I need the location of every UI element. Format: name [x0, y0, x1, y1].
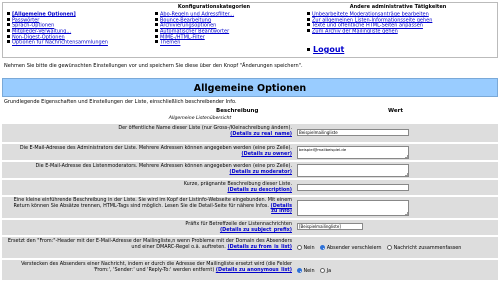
- option-row-owner: Die E-Mail-Adresse des Administrators de…: [2, 144, 498, 161]
- subsection-heading: Allgemeine Listenübersicht: [168, 116, 232, 121]
- bullet-icon: [155, 17, 158, 21]
- bullet-icon: [7, 17, 10, 21]
- owner-textarea-value: beispiel@mailbeispiel.de: [299, 147, 347, 152]
- bullet-icon: [307, 29, 310, 33]
- anonymous-list-radio-group: Nein Ja: [297, 268, 335, 274]
- radio-button-selected[interactable]: [320, 245, 326, 250]
- bullet-icon: [155, 29, 158, 33]
- radio-option-no[interactable]: Nein: [297, 268, 315, 274]
- details-link-subject-prefix[interactable]: (Details zu subject_prefix): [220, 227, 292, 233]
- bullet-icon: [307, 17, 310, 21]
- nav-link-topics[interactable]: Themen: [160, 40, 180, 46]
- resize-handle-icon[interactable]: [405, 173, 408, 176]
- details-link-description[interactable]: (Details zu description): [227, 187, 292, 193]
- details-link-moderator[interactable]: (Details zu moderator): [229, 169, 292, 175]
- bullet-icon: [7, 12, 10, 15]
- details-link-from-is-list[interactable]: (Details zu from_is_list): [227, 244, 292, 250]
- radio-option-yes[interactable]: Ja: [320, 268, 331, 274]
- admin-navigation: Konfigurationskategorien Andere administ…: [2, 2, 498, 58]
- option-row-subject-prefix: Präfix für Betreffzeile der Listennachri…: [2, 220, 498, 236]
- nav-col-categories: Abo-Regeln und Adressfilter... Bounce-Be…: [155, 12, 234, 46]
- bullet-icon: [155, 40, 158, 44]
- nav-link-archive[interactable]: Zum Archiv der Mailingliste gehen: [312, 28, 398, 34]
- bullet-icon: [155, 34, 158, 38]
- details-link-anonymous-list[interactable]: (Details zu anonymous_list): [216, 267, 292, 273]
- instructions-text: Nehmen Sie bitte die gewünschten Einstel…: [4, 63, 303, 69]
- resize-handle-icon[interactable]: [405, 212, 408, 215]
- option-row-anonymous-list: Verstecken des Absenders einer Nachricht…: [2, 260, 498, 281]
- moderator-textarea[interactable]: [297, 164, 409, 177]
- nav-col-general: [Allgemeine Optionen] Passwörter Sprach-…: [7, 12, 108, 46]
- radio-button[interactable]: [387, 245, 393, 250]
- nav-link-digest[interactable]: Optionen für Nachrichtensammlungen: [12, 40, 108, 46]
- logout-link[interactable]: Logout: [313, 45, 344, 54]
- bullet-icon: [7, 23, 10, 27]
- column-header-description: Beschreibung: [216, 108, 259, 114]
- owner-textarea[interactable]: beispiel@mailbeispiel.de: [297, 146, 409, 159]
- details-link-info[interactable]: (Details zu info): [270, 203, 292, 215]
- option-row-description: Kurze, prägnante Beschreibung dieser Lis…: [2, 180, 498, 196]
- radio-button[interactable]: [297, 245, 302, 250]
- from-is-list-radio-group: Nein Absender verschleiern Nachricht zus…: [297, 245, 465, 251]
- option-row-info: Eine kleine einführende Beschreibung in …: [2, 197, 498, 219]
- bullet-icon: [7, 29, 10, 33]
- radio-option-munge-from[interactable]: Absender verschleiern: [320, 245, 382, 251]
- option-description: Eine kleine einführende Beschreibung in …: [13, 197, 292, 209]
- page-title: Allgemeine Optionen: [2, 78, 498, 97]
- real-name-input[interactable]: Beispielmailingliste: [297, 129, 409, 136]
- subject-prefix-input[interactable]: [Beispielmailingliste]: [297, 223, 363, 230]
- option-row-moderator: Die E-Mail-Adresse des Listenmoderators.…: [2, 162, 498, 179]
- details-link-real-name[interactable]: (Details zu real_name): [230, 131, 292, 137]
- radio-button-selected[interactable]: [297, 268, 302, 273]
- radio-option-wrap-message[interactable]: Nachricht zusammenfassen: [387, 245, 461, 251]
- details-link-owner[interactable]: (Details zu owner): [241, 151, 292, 157]
- bullet-icon: [307, 12, 310, 15]
- section-intro: Grundlegende Eigenschaften und Einstellu…: [4, 99, 237, 105]
- radio-button[interactable]: [320, 268, 326, 273]
- bullet-icon: [7, 34, 10, 38]
- bullet-icon: [155, 12, 158, 15]
- resize-handle-icon[interactable]: [405, 155, 408, 158]
- description-input[interactable]: [297, 184, 409, 191]
- option-row-from-is-list: Ersetzt den "From:"-Header mit der E-Mai…: [2, 237, 498, 259]
- nav-col-admin: Unbearbeitete Moderationsanträge bearbei…: [307, 12, 432, 35]
- bullet-icon: [155, 23, 158, 27]
- column-header-value: Wert: [388, 108, 403, 114]
- bullet-icon: [7, 40, 10, 44]
- option-row-real-name: Der öffentliche Name dieser Liste (nur G…: [2, 124, 498, 143]
- nav-header-admin: Andere administrative Tätigkeiten: [349, 4, 447, 10]
- info-textarea[interactable]: [297, 200, 409, 216]
- bullet-icon: [307, 48, 310, 51]
- bullet-icon: [307, 23, 310, 27]
- nav-header-config: Konfigurationskategorien: [177, 4, 251, 10]
- radio-option-no[interactable]: Nein: [297, 245, 315, 251]
